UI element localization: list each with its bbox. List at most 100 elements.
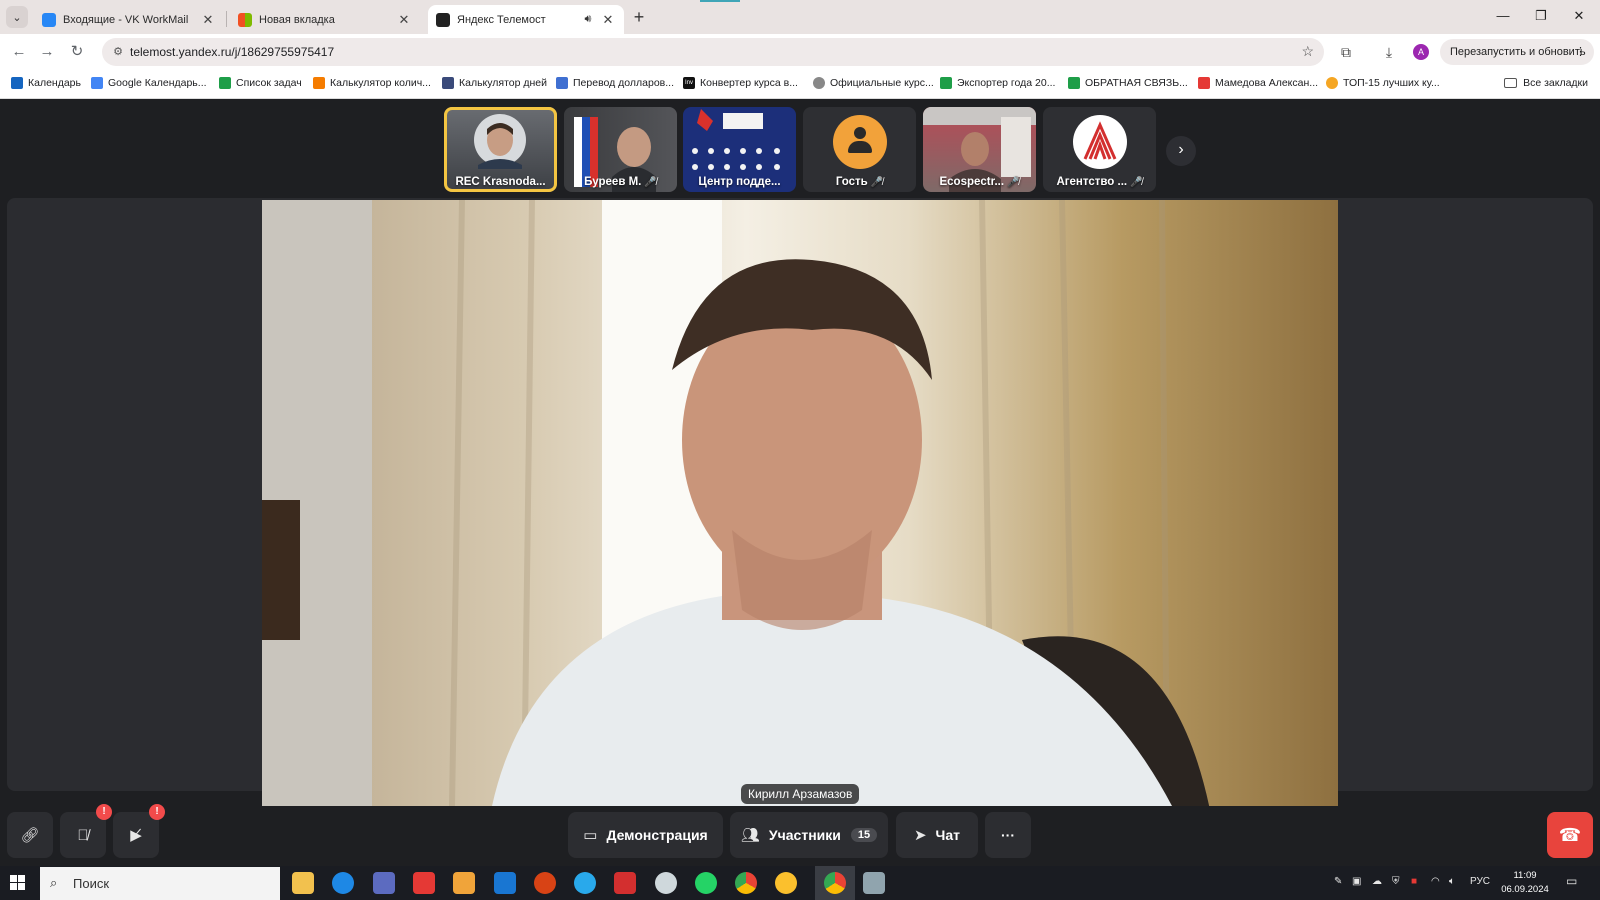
send-arrow-icon: ➤ [913,827,927,844]
copy-link-button[interactable]: 🔗︎ [7,812,53,858]
tray-device-icon[interactable]: ▣ [1352,876,1361,887]
speaker-video-frame [262,200,1338,806]
agency-logo [1073,115,1127,169]
participant-tile[interactable]: Центр подде... [683,107,796,192]
tab-audio-speaker-icon[interactable]: 🔊︎ [580,13,596,26]
downloads-icon[interactable]: ⤓ [1378,41,1400,63]
bookmark-top15[interactable]: ТОП-15 лучших ку... [1326,77,1440,89]
address-bar[interactable]: ⚙ telemost.yandex.ru/j/18629755975417 ☆ [102,38,1324,66]
bookmark-task-list[interactable]: Список задач [219,77,302,89]
bookmark-feedback[interactable]: ОБРАТНАЯ СВЯЗЬ... [1068,77,1188,89]
participant-tile[interactable]: Буреев М. 🎤̸ [564,107,677,192]
browser-menu-icon[interactable]: ⋮ [1575,39,1586,65]
whatsapp-beta-icon[interactable] [655,872,677,894]
mic-off-icon: 🎤̸ [644,177,657,188]
tab-telemost[interactable]: Яндекс Телемост 🔊︎ ✕ [428,5,624,34]
reload-icon[interactable]: ↻ [66,41,88,63]
tab-new-tab[interactable]: Новая вкладка ✕ [230,5,420,34]
restore-window-icon[interactable]: ❐ [1522,0,1560,34]
participant-tile[interactable]: Гость 🎤̸ [803,107,916,192]
bookmark-official-rates[interactable]: Официальные курс... [813,77,934,89]
whatsapp-icon[interactable] [695,872,717,894]
investing-icon: Inv [683,77,695,89]
tray-volume-icon[interactable]: 🔈︎ [1449,876,1455,887]
file-explorer-icon[interactable] [292,872,314,894]
telegram-icon[interactable] [574,872,596,894]
bookmark-google-calendar[interactable]: Google Календарь... [91,77,207,89]
screen-share-button[interactable]: ▭ Демонстрация [568,812,723,858]
bookmark-star-icon[interactable]: ☆ [1301,43,1314,60]
mic-off-icon: 🎤̸ [1007,177,1020,188]
tab-search-chevron-icon[interactable]: ⌄ [6,6,28,28]
chrome-active-icon[interactable] [824,872,846,894]
taskbar-clock[interactable]: 11:09 06.09.2024 [1500,869,1550,897]
close-tab-icon[interactable]: ✕ [600,12,616,28]
bookmark-label: ТОП-15 лучших ку... [1343,77,1440,89]
search-placeholder: Поиск [73,876,110,891]
tray-pen-icon[interactable]: ✎ [1334,876,1342,887]
new-tab-plus-icon[interactable]: + [628,7,650,29]
site-settings-icon[interactable]: ⚙ [110,44,126,60]
mail-app-icon[interactable] [453,872,475,894]
bookmark-exporter-of-year[interactable]: Экспортер года 20... [940,77,1055,89]
bookmark-calendar[interactable]: Календарь [11,77,81,89]
forward-arrow-icon[interactable]: → [36,41,58,63]
anydesk-icon[interactable] [413,872,435,894]
bookmark-quantity-calculator[interactable]: Калькулятор колич... [313,77,431,89]
calculator-grid-icon [442,77,454,89]
tray-shield-icon[interactable]: ⛨ [1392,876,1400,887]
next-participants-chevron-icon[interactable]: › [1166,136,1196,166]
participant-tile[interactable]: REC Krasnoda... [444,107,557,192]
1c-app-icon[interactable] [775,872,797,894]
close-window-icon[interactable]: ✕ [1560,0,1598,34]
minimize-window-icon[interactable]: — [1484,0,1522,34]
bookmark-dollar-conversion[interactable]: Перевод долларов... [556,77,674,89]
browser-toolbar: ← → ↻ ⚙ telemost.yandex.ru/j/18629755975… [0,34,1600,70]
end-call-button[interactable]: ☎︎ [1547,812,1593,858]
relaunch-update-button[interactable]: Перезапустить и обновить ⋮ [1440,39,1594,65]
tab-divider [226,11,227,27]
bookmark-days-calculator[interactable]: Калькулятор дней [442,77,547,89]
all-bookmarks[interactable]: Все закладки [1504,77,1588,89]
extensions-puzzle-icon[interactable]: ⧉ [1335,41,1357,63]
tray-wifi-icon[interactable]: ◠ [1431,876,1440,887]
more-options-button[interactable]: ··· [985,812,1031,858]
address-url[interactable]: telemost.yandex.ru/j/18629755975417 [130,45,334,59]
close-tab-icon[interactable]: ✕ [200,12,216,28]
bookmark-mamedova[interactable]: Мамедова Алексан... [1198,77,1318,89]
participant-tile[interactable]: Ecospectr... 🎤̸ [923,107,1036,192]
bookmark-label: Официальные курс... [830,77,934,89]
main-speaker-video[interactable] [262,200,1338,806]
edge-browser-icon[interactable] [332,872,354,894]
acrobat-icon[interactable] [614,872,636,894]
chat-button[interactable]: ➤ Чат [896,812,978,858]
close-tab-icon[interactable]: ✕ [396,12,412,28]
folder-icon [1504,78,1518,88]
mic-off-icon: 🎤̸ [870,177,884,188]
profile-avatar[interactable]: A [1413,44,1429,60]
start-tile [18,875,25,882]
tab-vk-workmail[interactable]: Входящие - VK WorkMail ✕ [34,5,224,34]
chrome-icon[interactable] [735,872,757,894]
search-icon: ⌕ [50,875,58,890]
tray-cloud-icon[interactable]: ☁ [1372,876,1382,887]
participant-name: REC Krasnoda... [444,176,557,188]
notifications-icon[interactable]: ▭ [1566,874,1577,888]
microphone-toggle-button[interactable]: 🎙̸ ! [60,804,112,858]
tray-anydesk-icon[interactable]: ■ [1411,876,1417,887]
powerpoint-icon[interactable] [534,872,556,894]
participant-tile[interactable]: Агентство ... 🎤̸ [1043,107,1156,192]
bookmark-currency-converter[interactable]: Inv Конвертер курса в... [683,77,798,89]
network-app-icon[interactable] [863,872,885,894]
windows-start-icon[interactable] [10,875,26,891]
megaphone-icon [1198,77,1210,89]
mic-off-icon: 🎤̸ [1130,177,1143,188]
tray-language[interactable]: РУС [1470,876,1490,887]
app-icon[interactable] [494,872,516,894]
participants-button[interactable]: 👥︎ Участники 15 [730,812,888,858]
participant-name: Центр подде... [683,176,796,188]
calendar-app-icon[interactable] [373,872,395,894]
camera-toggle-button[interactable]: ▶̸ ! [113,804,165,858]
taskbar-search-input[interactable]: ⌕ Поиск [40,867,280,900]
back-arrow-icon[interactable]: ← [8,41,30,63]
